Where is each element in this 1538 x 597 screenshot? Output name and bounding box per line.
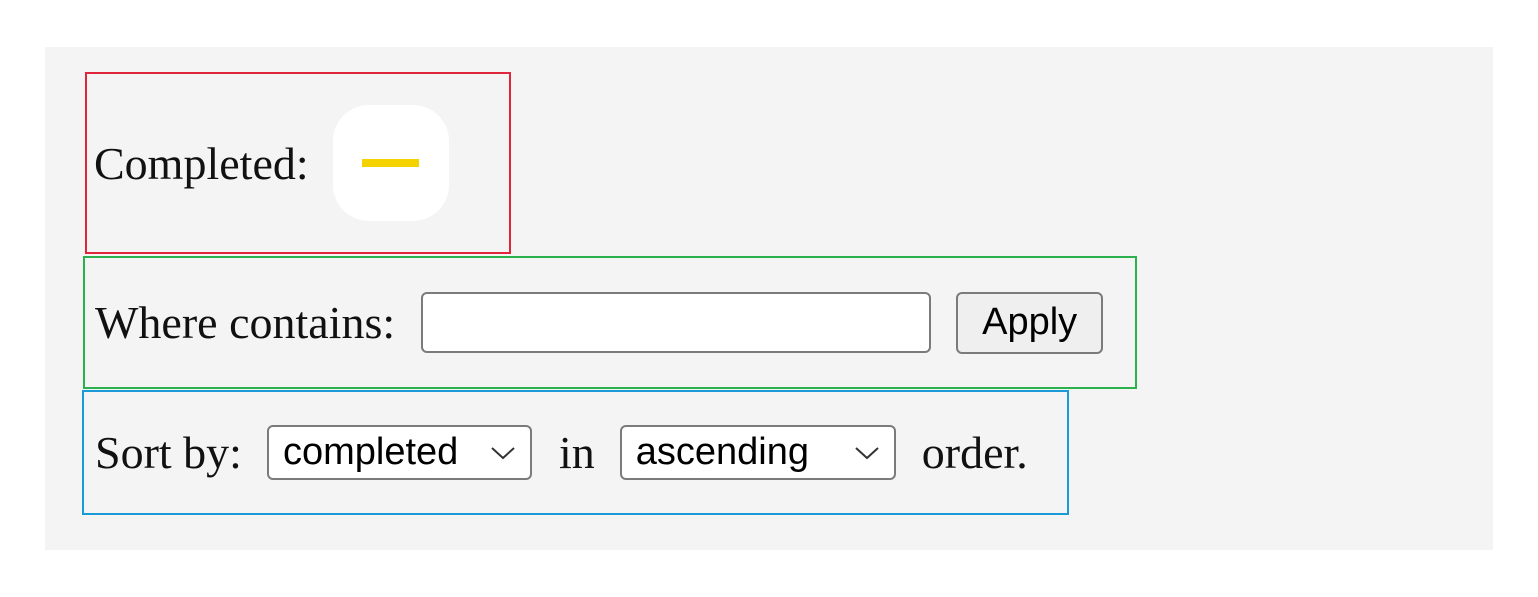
sort-order-select[interactable]: ascending: [619, 425, 896, 480]
chevron-down-icon: [855, 446, 879, 459]
completed-tristate-toggle[interactable]: [332, 105, 449, 221]
where-contains-input[interactable]: [421, 292, 932, 353]
completed-filter-section: Completed:: [85, 72, 511, 254]
sort-section: Sort by: completed in ascending order.: [82, 390, 1069, 515]
text-filter-section: Where contains: Apply: [83, 256, 1137, 389]
chevron-down-icon: [491, 446, 515, 459]
sort-order-value: ascending: [635, 431, 809, 473]
sort-by-label: Sort by:: [95, 427, 242, 478]
sort-field-select[interactable]: completed: [266, 425, 532, 480]
sort-suffix-label: order.: [921, 427, 1028, 478]
sort-field-value: completed: [282, 431, 459, 473]
sort-connector-label: in: [558, 427, 595, 478]
completed-label: Completed:: [94, 137, 309, 189]
apply-button[interactable]: Apply: [956, 291, 1104, 354]
dash-icon: [361, 159, 419, 167]
where-contains-label: Where contains:: [95, 297, 396, 348]
